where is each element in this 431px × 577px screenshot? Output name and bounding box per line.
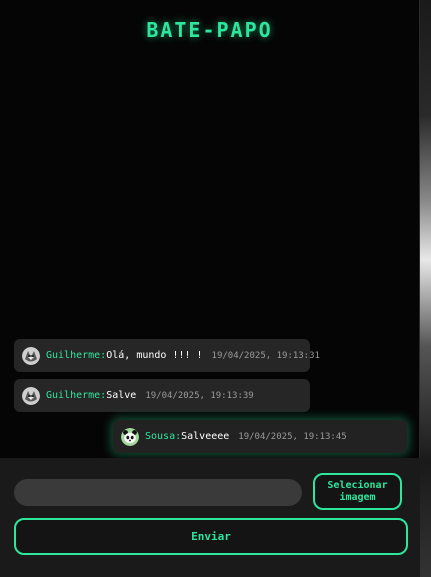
message-timestamp: 19/04/2025, 19:13:45	[238, 431, 347, 442]
message-text: Olá, mundo !!! !	[106, 350, 203, 361]
message-item: Guilherme: Olá, mundo !!! ! 19/04/2025, …	[14, 339, 320, 372]
message-text: Salve	[106, 390, 137, 401]
message-sender: Guilherme:	[46, 390, 107, 401]
composer-bar: Selecionar imagem Enviar	[0, 458, 420, 577]
message-timestamp: 19/04/2025, 19:13:31	[211, 350, 320, 361]
message-list[interactable]: Guilherme: Olá, mundo !!! ! 19/04/2025, …	[0, 0, 420, 458]
wolf-avatar-icon	[22, 386, 40, 405]
desktop-background	[420, 0, 431, 577]
chat-window: BATE-PAPO Guilherme: Olá, mundo !!! ! 19…	[0, 0, 420, 577]
message-sender: Guilherme:	[46, 350, 107, 361]
message-input[interactable]	[14, 479, 302, 506]
message-text: Salveeee	[181, 431, 230, 442]
panda-avatar-icon	[121, 427, 139, 446]
message-sender: Sousa:	[145, 431, 182, 442]
own-message-item: Sousa: Salveeee 19/04/2025, 19:13:45	[113, 420, 407, 453]
message-timestamp: 19/04/2025, 19:13:39	[145, 390, 254, 401]
select-image-button[interactable]: Selecionar imagem	[313, 473, 402, 510]
message-item: Guilherme: Salve 19/04/2025, 19:13:39	[14, 379, 310, 412]
wolf-avatar-icon	[22, 346, 40, 365]
send-button[interactable]: Enviar	[14, 518, 408, 555]
